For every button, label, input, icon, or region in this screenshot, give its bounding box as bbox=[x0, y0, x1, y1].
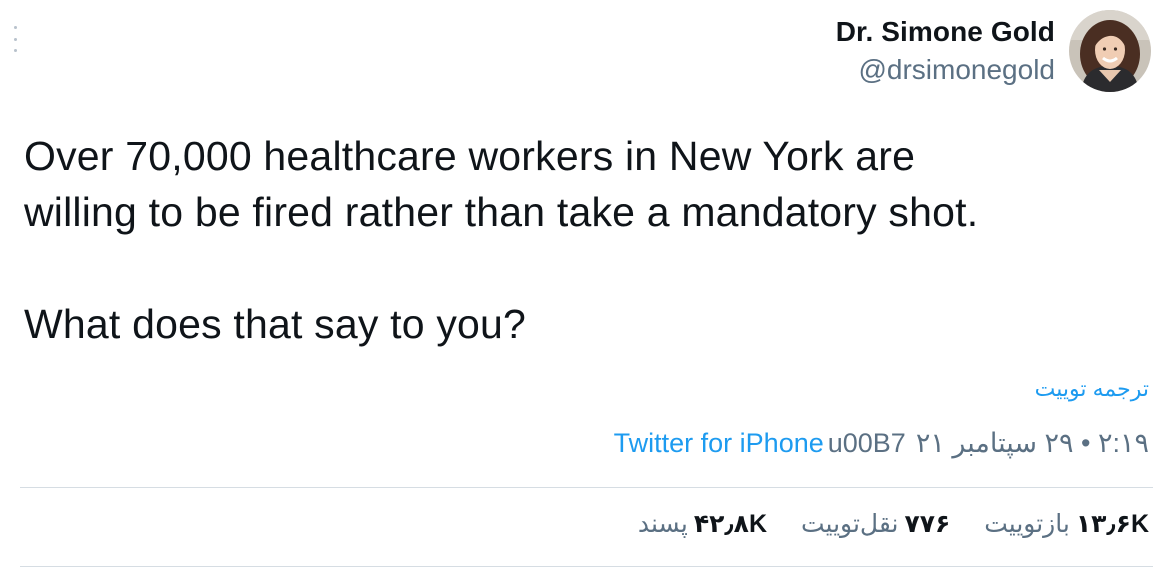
author-display-name[interactable]: Dr. Simone Gold bbox=[836, 14, 1055, 50]
tweet-timestamp[interactable]: ۲:۱۹ • ۲۹ سپتامبر ۲۱ bbox=[916, 426, 1149, 460]
more-dot bbox=[13, 26, 17, 29]
quotes-label: نقل‌توییت bbox=[801, 510, 899, 538]
avatar-photo-icon bbox=[1069, 10, 1151, 92]
more-options-icon[interactable] bbox=[8, 26, 22, 52]
author-handle[interactable]: @drsimonegold bbox=[836, 52, 1055, 88]
tweet-stats: ۱۳٫۶K بازتوییت ۷۷۶ نقل‌توییت ۴۲٫۸K پسند bbox=[638, 509, 1149, 539]
tweet-source-link[interactable]: Twitter for iPhone bbox=[614, 426, 824, 460]
more-dot bbox=[13, 37, 17, 41]
translate-tweet-link[interactable]: ترجمه توییت bbox=[1035, 376, 1149, 402]
retweets-stat[interactable]: ۱۳٫۶K بازتوییت bbox=[984, 509, 1149, 539]
divider bbox=[20, 566, 1153, 567]
quotes-stat[interactable]: ۷۷۶ نقل‌توییت bbox=[801, 509, 950, 539]
more-dot bbox=[13, 49, 17, 52]
avatar[interactable] bbox=[1069, 10, 1151, 92]
tweet-meta: Twitter for iPhone u00B7 ۲:۱۹ • ۲۹ سپتام… bbox=[614, 426, 1149, 460]
author-names: Dr. Simone Gold @drsimonegold bbox=[836, 14, 1055, 88]
divider bbox=[20, 487, 1153, 488]
tweet-text: Over 70,000 healthcare workers in New Yo… bbox=[24, 133, 979, 347]
retweets-count: ۱۳٫۶K bbox=[1075, 510, 1149, 538]
likes-count: ۴۲٫۸K bbox=[693, 510, 767, 538]
meta-separator: u00B7 bbox=[827, 428, 906, 458]
likes-label: پسند bbox=[637, 510, 688, 538]
retweets-label: بازتوییت bbox=[984, 510, 1070, 538]
tweet-header: Dr. Simone Gold @drsimonegold bbox=[836, 10, 1151, 92]
likes-stat[interactable]: ۴۲٫۸K پسند bbox=[638, 509, 767, 539]
quotes-count: ۷۷۶ bbox=[904, 510, 951, 538]
